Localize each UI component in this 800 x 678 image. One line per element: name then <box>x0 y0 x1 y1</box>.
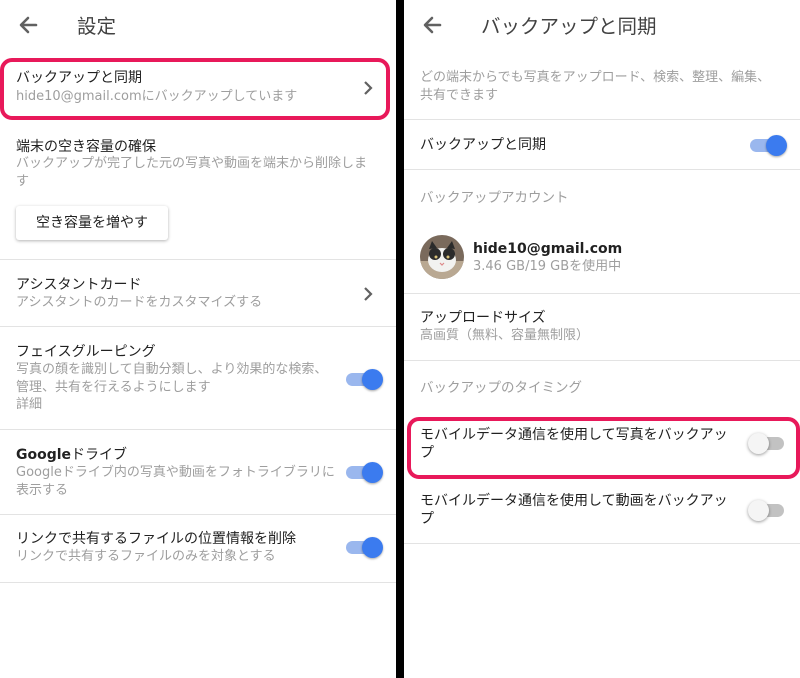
face-grouping-item: フェイスグルーピング 写真の顔を識別して自動分類し、より効果的な検索、管理、共有… <box>0 327 396 430</box>
backup-sync-subtitle: hide10@gmail.comにバックアップしています <box>16 89 298 104</box>
google-drive-title-brand: Google <box>16 447 72 463</box>
app-bar: バックアップと同期 <box>404 0 800 50</box>
back-arrow-icon[interactable] <box>420 12 448 38</box>
backup-sync-toggle[interactable] <box>748 134 788 156</box>
backup-sync-label: バックアップと同期 <box>420 137 546 153</box>
account-usage: 3.46 GB/19 GBを使用中 <box>473 259 622 274</box>
google-drive-toggle[interactable] <box>344 461 384 483</box>
upload-size-item[interactable]: アップロードサイズ 高画質（無料、容量無制限） <box>404 294 800 361</box>
google-drive-title-rest: ドライブ <box>71 447 128 463</box>
google-drive-subtitle: Googleドライブ内の写真や動画をフォトライブラリに表示する <box>16 465 335 498</box>
remove-location-item: リンクで共有するファイルの位置情報を削除 リンクで共有するファイルのみを対象とす… <box>0 515 396 583</box>
assistant-cards-title: アシスタントカード <box>16 277 142 293</box>
upload-size-subtitle: 高画質（無料、容量無制限） <box>420 328 590 343</box>
assistant-cards-item[interactable]: アシスタントカード アシスタントのカードをカスタマイズする <box>0 260 396 327</box>
free-space-subtitle: バックアップが完了した元の写真や動画を端末から削除します <box>16 156 368 189</box>
face-grouping-toggle[interactable] <box>344 368 384 390</box>
mobile-videos-label: モバイルデータ通信を使用して動画をバックアップ <box>420 493 728 527</box>
mobile-videos-toggle[interactable] <box>748 499 788 521</box>
google-drive-title: Googleドライブ <box>16 446 127 464</box>
settings-panel: 設定 バックアップと同期 hide10@gmail.comにバックアップしていま… <box>0 0 396 678</box>
upload-size-title: アップロードサイズ <box>420 310 546 326</box>
remove-location-toggle[interactable] <box>344 536 384 558</box>
chevron-right-icon <box>364 81 373 95</box>
face-grouping-title: フェイスグルーピング <box>16 344 156 360</box>
backup-sync-panel: バックアップと同期 どの端末からでも写真をアップロード、検索、整理、編集、共有で… <box>404 0 800 678</box>
page-title: バックアップと同期 <box>481 15 657 38</box>
remove-location-subtitle: リンクで共有するファイルのみを対象とする <box>16 549 276 564</box>
back-arrow-icon[interactable] <box>16 12 44 38</box>
backup-sync-toggle-item: バックアップと同期 <box>404 120 800 170</box>
mobile-photos-item: モバイルデータ通信を使用して写真をバックアップ <box>404 418 800 476</box>
mobile-photos-label: モバイルデータ通信を使用して写真をバックアップ <box>420 427 728 461</box>
backup-account-header: バックアップアカウント <box>420 190 569 206</box>
face-grouping-details-link[interactable]: 詳細 <box>16 396 42 414</box>
mobile-photos-toggle[interactable] <box>748 432 788 454</box>
backup-sync-item[interactable]: バックアップと同期 hide10@gmail.comにバックアップしています <box>0 58 396 120</box>
face-grouping-subtitle: 写真の顔を識別して自動分類し、より効果的な検索、管理、共有を行えるようにします <box>16 362 328 395</box>
free-up-space-button[interactable]: 空き容量を増やす <box>16 206 168 240</box>
intro-text: どの端末からでも写真をアップロード、検索、整理、編集、共有できます <box>420 70 771 103</box>
remove-location-title: リンクで共有するファイルの位置情報を削除 <box>16 531 296 547</box>
chevron-right-icon <box>364 287 373 301</box>
intro-item: どの端末からでも写真をアップロード、検索、整理、編集、共有できます <box>404 50 800 120</box>
backup-sync-title: バックアップと同期 <box>16 70 142 86</box>
avatar <box>420 235 464 279</box>
mobile-videos-item: モバイルデータ通信を使用して動画をバックアップ <box>404 480 800 544</box>
page-title: 設定 <box>77 15 117 38</box>
google-drive-item: Googleドライブ Googleドライブ内の写真や動画をフォトライブラリに表示… <box>0 430 396 515</box>
assistant-cards-subtitle: アシスタントのカードをカスタマイズする <box>16 295 263 310</box>
app-bar: 設定 <box>0 0 396 50</box>
backup-timing-header: バックアップのタイミング <box>420 380 582 396</box>
account-email: hide10@gmail.com <box>473 241 623 257</box>
free-space-title: 端末の空き容量の確保 <box>16 139 156 155</box>
